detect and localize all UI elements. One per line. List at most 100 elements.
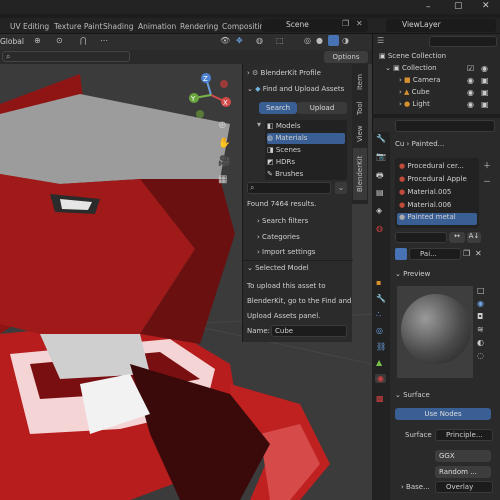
category-hdrs[interactable]: ◩ HDRs bbox=[267, 157, 345, 168]
zoom-icon[interactable]: ⊕ bbox=[218, 120, 226, 131]
viewport-search-field[interactable] bbox=[2, 51, 130, 62]
category-models[interactable]: ◧ Models bbox=[267, 121, 345, 132]
view-layer-tab-icon[interactable]: ▤ bbox=[376, 188, 384, 197]
outliner-editor-icon[interactable]: ☰ bbox=[377, 36, 384, 45]
tab-rendering[interactable]: Rendering bbox=[180, 21, 218, 33]
scene-selector[interactable]: Scene ❐ ✕ bbox=[262, 19, 368, 32]
upload-mode-button[interactable]: Upload bbox=[297, 102, 347, 114]
scene-tab-icon[interactable]: ◈ bbox=[376, 206, 382, 215]
preview-hair-icon[interactable]: ≋ bbox=[477, 325, 484, 334]
grid-toggle-icon[interactable]: ▦ bbox=[218, 174, 227, 185]
tab-tool[interactable]: Tool bbox=[353, 96, 367, 120]
unlink-icon[interactable]: ✕ bbox=[475, 249, 482, 258]
output-tab-icon[interactable]: 🖶 bbox=[376, 170, 384, 184]
add-slot-icon[interactable]: ＋ bbox=[483, 160, 491, 171]
selected-model-header[interactable]: ⌄ Selected Model bbox=[247, 264, 309, 272]
assign-field[interactable] bbox=[395, 232, 447, 243]
eye-icon[interactable]: ◉ bbox=[467, 76, 474, 85]
shading-render-icon[interactable]: ◑ bbox=[342, 36, 349, 45]
subsurface-dropdown[interactable]: Random ... bbox=[435, 466, 491, 478]
material-slot[interactable]: ● Procedural Apple bbox=[399, 175, 467, 183]
material-slot-selected[interactable]: ● Painted metal bbox=[397, 213, 477, 225]
material-browse-icon[interactable] bbox=[395, 248, 407, 260]
move-icon[interactable]: ↔ bbox=[449, 232, 465, 243]
surface-header[interactable]: ⌄ Surface bbox=[395, 391, 430, 399]
sort-icon[interactable]: A↓ bbox=[467, 232, 481, 243]
hand-icon[interactable]: ✋ bbox=[218, 138, 230, 149]
close-icon[interactable]: ✕ bbox=[356, 19, 363, 28]
tab-animation[interactable]: Animation bbox=[138, 21, 176, 33]
category-brushes[interactable]: ✎ Brushes bbox=[267, 169, 345, 180]
eye-icon[interactable]: ◉ bbox=[467, 88, 474, 97]
category-expand-icon[interactable]: ▾ bbox=[257, 120, 261, 129]
outliner-search[interactable] bbox=[429, 36, 497, 47]
tab-item[interactable]: Item bbox=[353, 70, 367, 94]
category-scenes[interactable]: ◨ Scenes bbox=[267, 145, 345, 156]
import-settings-section[interactable]: › Import settings bbox=[257, 248, 315, 256]
use-nodes-button[interactable]: Use Nodes bbox=[395, 408, 491, 420]
remove-slot-icon[interactable]: － bbox=[483, 176, 491, 187]
material-slot[interactable]: ● Material.006 bbox=[399, 201, 451, 209]
tab-compositing[interactable]: Compositin bbox=[222, 21, 264, 33]
checkbox-icon[interactable]: ☑ bbox=[467, 64, 474, 73]
material-tab-icon[interactable]: ◉ bbox=[375, 374, 386, 383]
render-tab-icon[interactable]: 📷 bbox=[376, 152, 386, 161]
tab-texture-paint[interactable]: Texture Paint bbox=[54, 21, 102, 33]
preview-flat-icon[interactable]: □ bbox=[477, 286, 485, 295]
collection-row[interactable]: ⌄ ▣ Collection bbox=[385, 64, 437, 72]
physics-tab-icon[interactable]: ◎ bbox=[376, 326, 383, 335]
eye-icon[interactable]: ◉ bbox=[467, 100, 474, 109]
texture-tab-icon[interactable]: ▩ bbox=[376, 394, 384, 403]
data-tab-icon[interactable]: ▲ bbox=[376, 358, 382, 367]
preview-sphere-icon[interactable]: ◉ bbox=[477, 299, 484, 308]
orientation-dropdown[interactable]: Global bbox=[0, 37, 24, 46]
snap-icon[interactable]: ⊙ bbox=[56, 36, 63, 45]
tool-tab-icon[interactable]: 🔧 bbox=[376, 134, 386, 143]
preview-world-icon[interactable]: ◌ bbox=[477, 351, 484, 360]
particles-tab-icon[interactable]: ∴ bbox=[376, 310, 381, 319]
search-filters-section[interactable]: › Search filters bbox=[257, 217, 308, 225]
view-layer-selector[interactable]: ViewLayer bbox=[386, 19, 496, 32]
find-upload-header[interactable]: ⌄ ◆ Find and Upload Assets bbox=[247, 85, 344, 93]
material-slot[interactable]: ● Procedural cer... bbox=[399, 162, 464, 170]
eye-icon[interactable]: ◉ bbox=[481, 64, 488, 73]
category-materials[interactable]: ◍ Materials bbox=[267, 133, 345, 144]
camera-render-icon[interactable]: ▣ bbox=[481, 100, 489, 109]
base-color-field[interactable]: Overlay bbox=[435, 481, 493, 493]
tab-shading[interactable]: Shading bbox=[103, 21, 133, 33]
duplicate-icon[interactable]: ❐ bbox=[463, 249, 470, 258]
overlay-icon[interactable]: ◍ bbox=[256, 36, 263, 45]
world-tab-icon[interactable]: ◍ bbox=[376, 224, 383, 233]
maximize-icon[interactable]: ▢ bbox=[454, 1, 463, 11]
camera-render-icon[interactable]: ▣ bbox=[481, 88, 489, 97]
tab-uv-editing[interactable]: UV Editing bbox=[10, 21, 49, 33]
camera-render-icon[interactable]: ▣ bbox=[481, 76, 489, 85]
search-dropdown-icon[interactable]: ⌄ bbox=[335, 182, 347, 194]
categories-section[interactable]: › Categories bbox=[257, 233, 300, 241]
window-close-icon[interactable]: ✕ bbox=[482, 1, 490, 11]
scene-collection-row[interactable]: ▣ Scene Collection bbox=[379, 52, 446, 60]
outliner-light-row[interactable]: › ● Light bbox=[399, 100, 430, 108]
magnet-icon[interactable]: ⋂ bbox=[80, 36, 87, 45]
copy-icon[interactable]: ❐ bbox=[342, 19, 349, 28]
outliner-camera-row[interactable]: › ■ Camera bbox=[399, 76, 440, 84]
options-button[interactable]: Options bbox=[324, 51, 368, 63]
tab-view[interactable]: View bbox=[353, 122, 367, 146]
material-name-field[interactable]: Pai... bbox=[409, 248, 461, 260]
gizmo-icon[interactable]: ✥ bbox=[236, 36, 243, 45]
grid-icon[interactable]: ⋯ bbox=[100, 36, 108, 45]
constraints-tab-icon[interactable]: ⛓ bbox=[376, 342, 386, 351]
preview-monkey-icon[interactable]: ◐ bbox=[477, 338, 484, 347]
preview-header[interactable]: ⌄ Preview bbox=[395, 270, 430, 278]
xray-icon[interactable]: ⬚ bbox=[276, 36, 284, 45]
search-mode-button[interactable]: Search bbox=[259, 102, 297, 114]
shading-material-icon[interactable] bbox=[328, 35, 339, 46]
distribution-dropdown[interactable]: GGX bbox=[435, 450, 491, 462]
tab-blenderkit[interactable]: BlenderKit bbox=[353, 148, 367, 200]
properties-search[interactable] bbox=[395, 120, 495, 132]
material-slot[interactable]: ● Material.005 bbox=[399, 188, 451, 196]
visibility-icon[interactable]: 👁 bbox=[220, 36, 230, 45]
camera-icon[interactable]: 🎥 bbox=[218, 156, 230, 167]
navigation-gizmo[interactable]: Z X Y bbox=[186, 70, 236, 120]
minimize-icon[interactable]: – bbox=[426, 2, 431, 12]
